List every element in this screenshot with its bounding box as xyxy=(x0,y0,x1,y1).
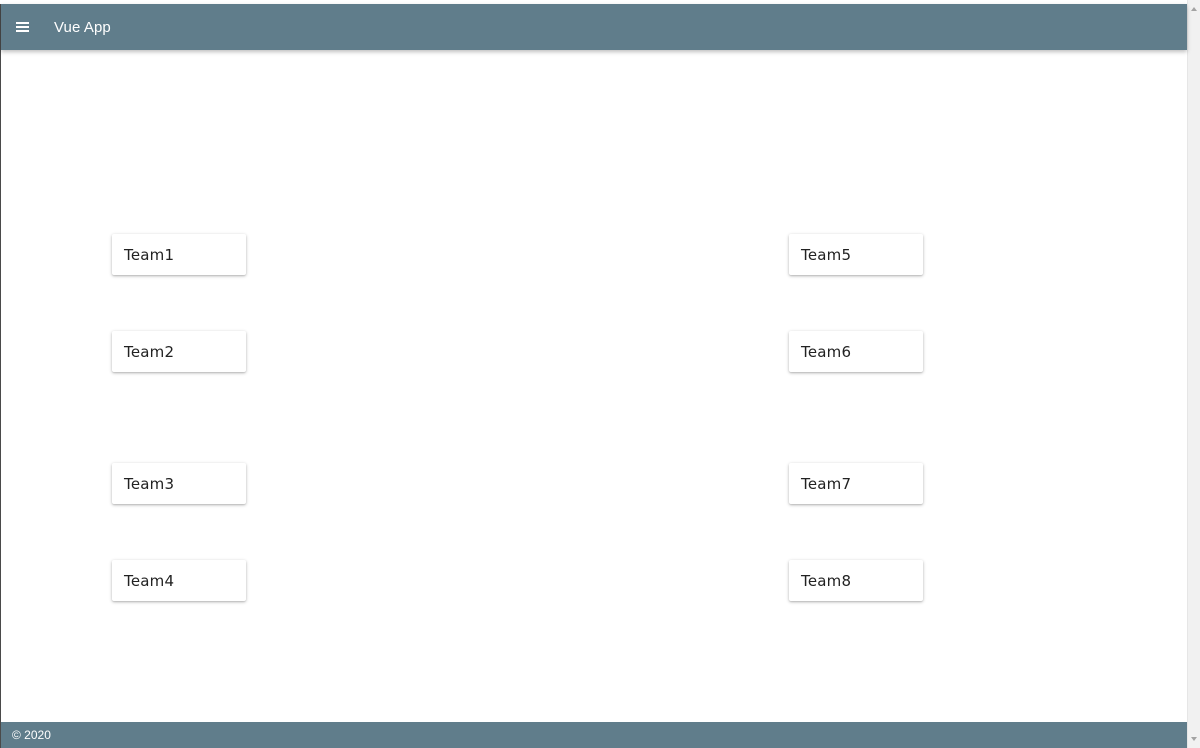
team-card-team5[interactable]: Team5 xyxy=(789,234,923,275)
copyright-text: © 2020 xyxy=(12,728,51,742)
team-label: Team3 xyxy=(124,474,175,493)
team-label: Team4 xyxy=(124,571,175,590)
team-label: Team8 xyxy=(801,571,852,590)
team-label: Team5 xyxy=(801,245,852,264)
team-label: Team1 xyxy=(124,245,175,264)
team-card-team1[interactable]: Team1 xyxy=(112,234,246,275)
app-viewport: Vue App Team1 Team2 Team3 Team4 Team5 Te… xyxy=(0,0,1200,748)
team-card-team7[interactable]: Team7 xyxy=(789,463,923,504)
footer: © 2020 xyxy=(1,722,1187,748)
team-card-team8[interactable]: Team8 xyxy=(789,560,923,601)
vertical-scrollbar[interactable] xyxy=(1187,0,1200,748)
menu-icon xyxy=(15,22,29,32)
team-label: Team7 xyxy=(801,474,852,493)
team-card-team6[interactable]: Team6 xyxy=(789,331,923,372)
team-card-team4[interactable]: Team4 xyxy=(112,560,246,601)
menu-button[interactable] xyxy=(2,7,42,47)
main-content: Team1 Team2 Team3 Team4 Team5 Team6 Team… xyxy=(1,50,1187,722)
team-label: Team2 xyxy=(124,342,175,361)
app-bar: Vue App xyxy=(1,4,1187,50)
team-card-team2[interactable]: Team2 xyxy=(112,331,246,372)
team-label: Team6 xyxy=(801,342,852,361)
scroll-down-arrow-icon[interactable] xyxy=(1191,737,1197,741)
scroll-up-arrow-icon[interactable] xyxy=(1191,7,1197,11)
app-title: Vue App xyxy=(54,18,111,36)
team-card-team3[interactable]: Team3 xyxy=(112,463,246,504)
